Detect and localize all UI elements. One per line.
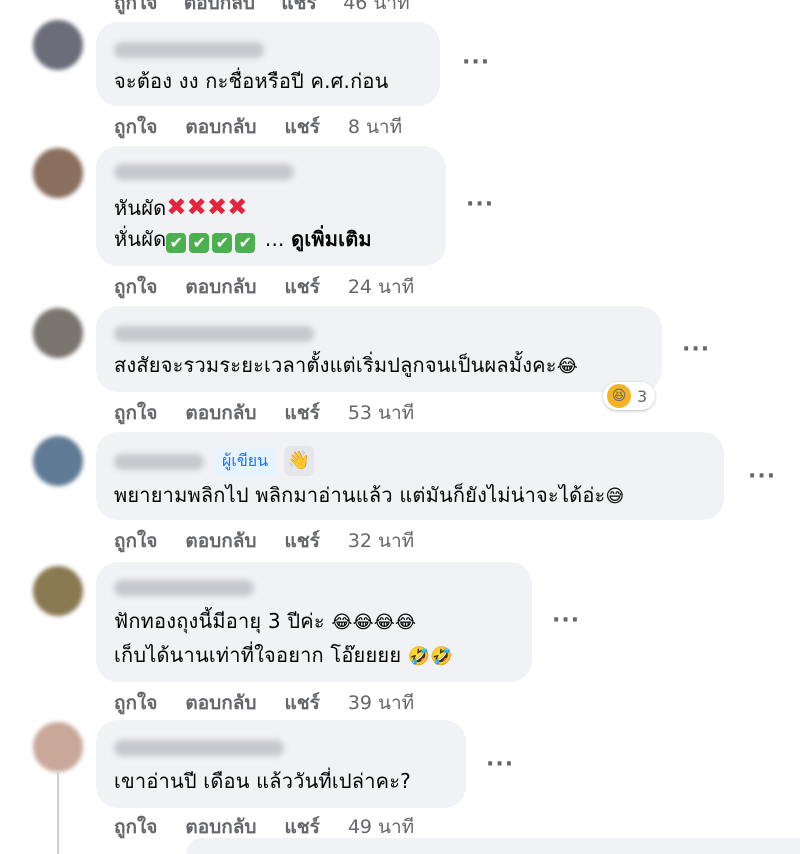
waving-hand-icon: 👋	[284, 446, 315, 476]
avatar[interactable]	[33, 566, 83, 616]
check-mark-icon: ✔	[166, 233, 187, 253]
like-link[interactable]: ถูกใจ	[114, 0, 157, 14]
like-link[interactable]: ถูกใจ	[114, 398, 157, 424]
reaction-count: 3	[637, 386, 648, 406]
comment-bubble: สงสัยจะรวมระยะเวลาตั้งแต่เริ่มปลูกจนเป็น…	[96, 306, 662, 392]
comment-text-line-2: หั่นผัด ✔ ✔ ✔ ✔ ... ดูเพิ่มเติม	[114, 227, 372, 253]
more-options-icon[interactable]: ···	[486, 754, 514, 776]
avatar[interactable]	[33, 722, 83, 772]
author-name[interactable]	[114, 454, 204, 470]
tears-of-joy-icon: 😂😂😂😂	[331, 612, 417, 633]
share-link[interactable]: แชร์	[284, 688, 319, 714]
reply-link[interactable]: ตอบกลับ	[185, 398, 256, 424]
avatar[interactable]	[33, 436, 83, 486]
like-link[interactable]: ถูกใจ	[114, 112, 157, 138]
rolling-laughing-icon: 🤣🤣	[407, 646, 454, 667]
reaction-summary[interactable]: 😆 3	[603, 382, 656, 410]
comment-actions: ถูกใจ ตอบกลับ แชร์ 53 นาที	[114, 398, 414, 424]
more-options-icon[interactable]: ···	[466, 194, 494, 216]
share-link[interactable]: แชร์	[284, 398, 319, 424]
comment-text: พยายามพลิกไป พลิกมาอ่านแล้ว แต่มันก็ยังไ…	[114, 483, 625, 507]
author-tag: ผู้เขียน	[214, 446, 277, 476]
share-link[interactable]: แชร์	[284, 112, 319, 138]
comment-time[interactable]: 8 นาที	[348, 112, 402, 138]
grinning-sweat-icon: 😅	[605, 486, 625, 507]
comment-time[interactable]: 46 นาที	[343, 0, 409, 14]
comment-text: หันผัด✖✖✖✖	[114, 193, 248, 221]
comment-actions: ถูกใจ ตอบกลับ แชร์ 49 นาที	[114, 812, 414, 838]
more-options-icon[interactable]: ···	[682, 339, 710, 361]
reply-link[interactable]: ตอบกลับ	[184, 0, 255, 14]
cross-mark-icon: ✖✖✖✖	[166, 193, 248, 221]
more-options-icon[interactable]: ···	[748, 466, 776, 488]
tears-of-joy-icon: 😂	[556, 356, 578, 377]
comment-time[interactable]: 32 นาที	[348, 526, 414, 552]
comment-text: ฟักทองถุงนี้มีอายุ 3 ปีค่ะ 😂😂😂😂	[114, 609, 417, 633]
reply-link[interactable]: ตอบกลับ	[185, 526, 256, 552]
reply-link[interactable]: ตอบกลับ	[185, 812, 256, 838]
avatar[interactable]	[33, 148, 83, 198]
author-name[interactable]	[114, 580, 254, 596]
comment-actions: ถูกใจ ตอบกลับ แชร์ 39 นาที	[114, 688, 414, 714]
comment-bubble: จะต้อง งง กะชื่อหรือปี ค.ศ.ก่อน	[96, 22, 440, 106]
author-name[interactable]	[114, 326, 314, 342]
comment-time[interactable]: 53 นาที	[348, 398, 414, 424]
comment-time[interactable]: 49 นาที	[348, 812, 414, 838]
comment-actions: ถูกใจ ตอบกลับ แชร์ 8 นาที	[114, 112, 402, 138]
avatar[interactable]	[33, 20, 83, 70]
comment-bubble: ฟักทองถุงนี้มีอายุ 3 ปีค่ะ 😂😂😂😂 เก็บได้น…	[96, 562, 532, 682]
reply-bubble-partial	[186, 838, 800, 854]
reply-link[interactable]: ตอบกลับ	[185, 112, 256, 138]
author-name[interactable]	[114, 164, 294, 180]
thread-line	[57, 770, 59, 854]
share-link[interactable]: แชร์	[284, 526, 319, 552]
comment-time[interactable]: 24 นาที	[348, 272, 414, 298]
like-link[interactable]: ถูกใจ	[114, 526, 157, 552]
check-mark-icon: ✔	[212, 233, 233, 253]
share-link[interactable]: แชร์	[284, 812, 319, 838]
reply-link[interactable]: ตอบกลับ	[185, 272, 256, 298]
comment-actions: ถูกใจ ตอบกลับ แชร์ 32 นาที	[114, 526, 414, 552]
author-badge: ผู้เขียน 👋	[214, 446, 315, 476]
comment-actions: ถูกใจ ตอบกลับ แชร์ 24 นาที	[114, 272, 414, 298]
comment-text-line-2: เก็บได้นานเท่าที่ใจอยาก โอ๊ยยยย 🤣🤣	[114, 643, 454, 667]
comment-bubble: หันผัด✖✖✖✖ หั่นผัด ✔ ✔ ✔ ✔ ... ดูเพิ่มเติม	[96, 146, 446, 266]
comment-text: เขาอ่านปี เดือน แล้ววันที่เปล่าคะ?	[114, 769, 411, 793]
comment-bubble: เขาอ่านปี เดือน แล้ววันที่เปล่าคะ?	[96, 720, 466, 808]
comment-time[interactable]: 39 นาที	[348, 688, 414, 714]
share-link[interactable]: แชร์	[281, 0, 316, 14]
comment-bubble: พยายามพลิกไป พลิกมาอ่านแล้ว แต่มันก็ยังไ…	[96, 432, 724, 520]
share-link[interactable]: แชร์	[284, 272, 319, 298]
more-options-icon[interactable]: ···	[552, 610, 580, 632]
more-options-icon[interactable]: ···	[462, 52, 490, 74]
reply-link[interactable]: ตอบกลับ	[185, 688, 256, 714]
haha-reaction-icon: 😆	[607, 384, 631, 408]
author-name[interactable]	[114, 42, 264, 58]
comment-text: จะต้อง งง กะชื่อหรือปี ค.ศ.ก่อน	[114, 69, 389, 93]
author-name[interactable]	[114, 740, 284, 756]
check-mark-icon: ✔	[235, 233, 256, 253]
avatar[interactable]	[33, 308, 83, 358]
see-more-link[interactable]: ดูเพิ่มเติม	[291, 227, 372, 251]
comment-text: สงสัยจะรวมระยะเวลาตั้งแต่เริ่มปลูกจนเป็น…	[114, 353, 578, 377]
previous-comment-actions: ถูกใจ ตอบกลับ แชร์ 46 นาที	[114, 0, 410, 18]
like-link[interactable]: ถูกใจ	[114, 688, 157, 714]
like-link[interactable]: ถูกใจ	[114, 272, 157, 298]
check-mark-icon: ✔	[189, 233, 210, 253]
like-link[interactable]: ถูกใจ	[114, 812, 157, 838]
